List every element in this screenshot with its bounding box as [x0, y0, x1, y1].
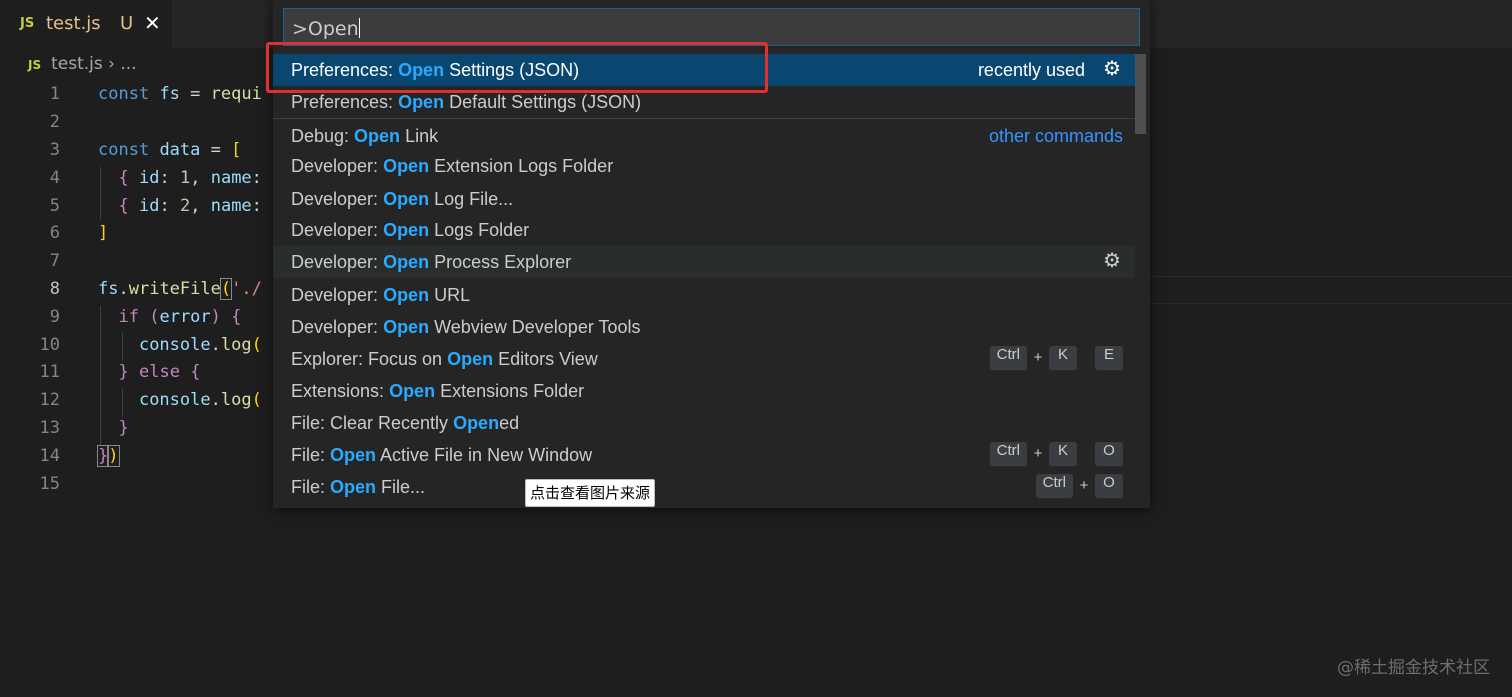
code-line-4: { id: 1, name:	[118, 168, 262, 188]
line-number: 9	[49, 307, 60, 327]
gear-icon[interactable]: ⚙	[1103, 56, 1121, 80]
code-line-5: { id: 2, name:	[118, 196, 262, 216]
key-k: K	[1049, 346, 1077, 371]
line-number: 5	[49, 196, 60, 216]
close-icon[interactable]: ✕	[144, 11, 161, 35]
key-k: K	[1049, 442, 1077, 467]
line-number: 7	[49, 251, 60, 271]
line-number: 11	[39, 362, 60, 382]
keybinding: Ctrl + O	[1035, 471, 1123, 503]
code-line-12: console.log(	[138, 390, 262, 410]
command-item-open-extensions-folder[interactable]: Extensions: Open Extensions Folder	[273, 375, 1135, 407]
untracked-badge: U	[120, 13, 134, 34]
line-number: 10	[39, 335, 60, 355]
annotation-highlight-box	[266, 42, 768, 93]
code-line-6: ]	[98, 223, 109, 243]
keybinding: Ctrl + K E	[989, 343, 1123, 375]
command-item-open-log-file[interactable]: Developer: Open Log File...	[273, 183, 1135, 215]
code-line-8: fs.writeFile('./	[98, 278, 262, 300]
command-item-open-logs-folder[interactable]: Developer: Open Logs Folder	[273, 214, 1135, 246]
command-palette-input[interactable]: >Open	[283, 8, 1140, 46]
line-number: 15	[39, 474, 60, 494]
line-number: 13	[39, 418, 60, 438]
tab-test-js[interactable]: JS test.js U ✕	[0, 0, 172, 48]
command-item-open-process-explorer[interactable]: Developer: Open Process Explorer ⚙	[273, 246, 1135, 278]
breadcrumb[interactable]: JS test.js › ...	[28, 54, 137, 78]
command-item-open-active-file-new-window[interactable]: File: Open Active File in New Window Ctr…	[273, 439, 1135, 471]
command-item-clear-recently-opened[interactable]: File: Clear Recently Opened	[273, 407, 1135, 439]
other-commands-label: other commands	[988, 126, 1123, 146]
line-number: 4	[49, 168, 60, 188]
key-e: E	[1095, 346, 1123, 371]
tab-filename: test.js	[46, 13, 101, 34]
palette-scrollbar[interactable]	[1135, 54, 1146, 134]
line-number: 12	[39, 390, 60, 410]
js-file-icon: JS	[20, 16, 35, 31]
code-line-11: } else {	[118, 362, 201, 382]
command-item-focus-open-editors[interactable]: Explorer: Focus on Open Editors View Ctr…	[273, 343, 1135, 375]
key-ctrl: Ctrl	[1035, 474, 1073, 499]
line-number-current: 8	[49, 279, 60, 299]
watermark: @稀土掘金技术社区	[1337, 658, 1490, 678]
gear-icon[interactable]: ⚙	[1103, 248, 1121, 272]
code-line-1: const fs = requi	[98, 84, 262, 104]
js-file-icon: JS	[28, 58, 42, 72]
command-item-open-webview-devtools[interactable]: Developer: Open Webview Developer Tools	[273, 311, 1135, 343]
recently-used-label: recently used	[977, 60, 1085, 80]
command-item-open-extension-logs-folder[interactable]: Developer: Open Extension Logs Folder	[273, 150, 1135, 182]
group-separator	[273, 118, 1135, 119]
command-item-open-url[interactable]: Developer: Open URL	[273, 279, 1135, 311]
command-item-debug-open-link[interactable]: Debug: Open Link other commands	[273, 120, 1135, 152]
line-number: 6	[49, 223, 60, 243]
command-item-open-file[interactable]: File: Open File... Ctrl + O	[273, 471, 1135, 503]
line-number: 14	[39, 446, 60, 466]
key-ctrl: Ctrl	[989, 346, 1027, 371]
line-number: 1	[49, 84, 60, 104]
code-line-9: if (error) {	[118, 307, 242, 327]
command-query: >Open	[292, 18, 359, 40]
breadcrumb-more[interactable]: ...	[120, 54, 136, 74]
chevron-right-icon: ›	[108, 54, 115, 74]
keybinding: Ctrl + K O	[989, 439, 1123, 471]
line-number: 2	[49, 112, 60, 132]
image-source-tooltip[interactable]: 点击查看图片来源	[525, 479, 656, 507]
code-line-3: const data = [	[98, 140, 242, 160]
key-o: O	[1095, 442, 1123, 467]
code-line-14: })	[96, 445, 120, 467]
code-line-13: }	[118, 418, 129, 438]
key-o: O	[1095, 474, 1123, 499]
key-ctrl: Ctrl	[989, 442, 1027, 467]
breadcrumb-file[interactable]: test.js	[51, 54, 103, 74]
line-number: 3	[49, 140, 60, 160]
code-line-10: console.log(	[138, 335, 262, 355]
text-caret	[358, 18, 360, 38]
